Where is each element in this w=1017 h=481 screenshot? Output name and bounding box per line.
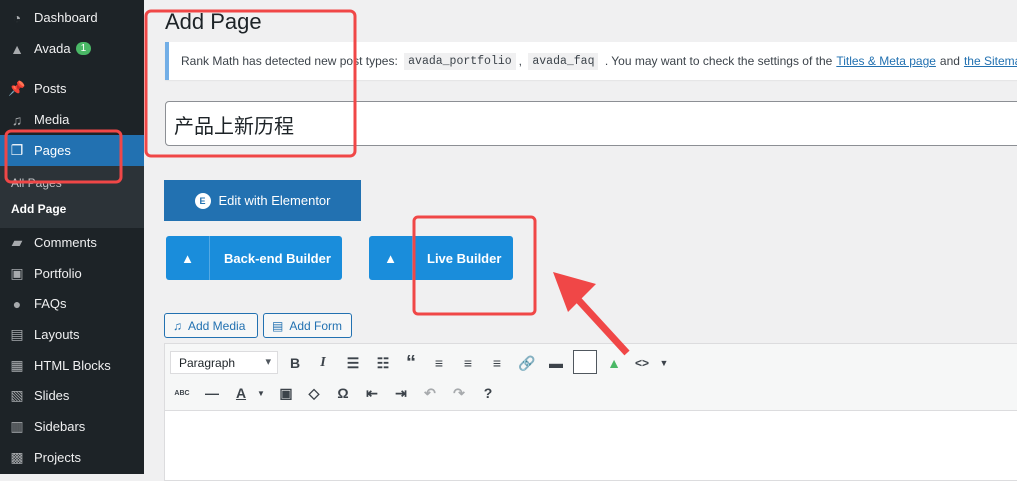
bullet-list-icon[interactable]: ☰ xyxy=(342,352,364,374)
toolbar-toggle-icon[interactable] xyxy=(573,350,597,374)
sidebar-item-posts[interactable]: 📌 Posts xyxy=(0,73,144,104)
titles-meta-link[interactable]: Titles & Meta page xyxy=(836,54,936,68)
admin-sidebar: ◔ Dashboard ▲ Avada 1 📌 Posts ♫ Media ❐ Pages … xyxy=(0,0,144,474)
form-icon: ▤ xyxy=(272,318,284,333)
avada-logo-icon: ▲ xyxy=(369,236,413,280)
submenu-add-page[interactable]: Add Page xyxy=(11,202,66,216)
blockquote-icon[interactable]: “ xyxy=(400,352,422,374)
redo-icon[interactable]: ↷ xyxy=(448,382,470,404)
sidebar-item-sidebars[interactable]: ▥ Sidebars xyxy=(0,411,144,442)
sidebar-item-dashboard[interactable]: ◔ Dashboard xyxy=(0,2,144,33)
indent-icon[interactable]: ⇥ xyxy=(390,382,412,404)
avada-shortcode-icon[interactable]: ▲ xyxy=(603,352,625,374)
clear-formatting-icon[interactable]: ◇ xyxy=(303,382,325,404)
live-builder-button[interactable]: ▲ Live Builder xyxy=(369,236,513,280)
sidebar-item-faqs[interactable]: ● FAQs xyxy=(0,288,144,319)
add-media-button[interactable]: ♫ Add Media xyxy=(164,313,258,338)
page-title: Add Page xyxy=(165,9,262,34)
sidebar-item-avada[interactable]: ▲ Avada 1 xyxy=(0,33,144,64)
submenu-all-pages[interactable]: All Pages xyxy=(11,176,62,190)
dashboard-icon: ◔ xyxy=(12,9,22,26)
avada-logo-icon: ▲ xyxy=(166,236,210,280)
align-center-icon[interactable]: ≡ xyxy=(457,352,479,374)
sidebars-icon: ▥ xyxy=(10,418,24,434)
layouts-icon: ▤ xyxy=(10,326,24,342)
read-more-icon[interactable]: ▬ xyxy=(545,352,567,374)
pages-submenu: All Pages Add Page xyxy=(0,166,144,228)
projects-icon: ▩ xyxy=(10,449,24,465)
media-icon: ♫ xyxy=(11,111,23,128)
media-icon: ♫ xyxy=(173,318,182,333)
code-icon[interactable]: <> xyxy=(631,352,653,374)
portfolio-icon: ▣ xyxy=(10,265,24,281)
add-form-button[interactable]: ▤ Add Form xyxy=(263,313,352,338)
undo-icon[interactable]: ↶ xyxy=(419,382,441,404)
chevron-down-icon[interactable]: ▼ xyxy=(250,382,272,404)
align-left-icon[interactable]: ≡ xyxy=(428,352,450,374)
sidebar-item-pages[interactable]: ❐ Pages xyxy=(0,135,144,166)
current-menu-pointer xyxy=(136,143,152,159)
format-select[interactable]: Paragraph xyxy=(170,351,278,374)
update-badge: 1 xyxy=(75,42,92,55)
editor-toolbar: Paragraph B I ☰ ☷ “ ≡ ≡ ≡ 🔗 ▬ ▲ <> ▼ ABC… xyxy=(164,343,1017,411)
sidebar-item-media[interactable]: ♫ Media xyxy=(0,104,144,135)
faq-icon: ● xyxy=(12,295,22,312)
sidebar-item-comments[interactable]: ▰ Comments xyxy=(0,227,144,258)
numbered-list-icon[interactable]: ☷ xyxy=(372,352,394,374)
link-icon[interactable]: 🔗 xyxy=(516,352,538,374)
sidebar-item-slides[interactable]: ▧ Slides xyxy=(0,380,144,411)
horizontal-line-icon[interactable]: — xyxy=(201,382,223,404)
editor-content-area[interactable] xyxy=(164,411,1017,481)
edit-with-elementor-button[interactable]: E Edit with Elementor xyxy=(164,180,361,221)
help-icon[interactable]: ? xyxy=(477,382,499,404)
title-input[interactable]: 产品上新历程 xyxy=(165,101,1017,146)
rank-math-notice: Rank Math has detected new post types: a… xyxy=(165,42,1017,80)
elementor-icon: E xyxy=(194,192,211,209)
sidebar-item-portfolio[interactable]: ▣ Portfolio xyxy=(0,258,144,289)
paste-text-icon[interactable]: ▣ xyxy=(275,382,297,404)
annotation-arrowhead xyxy=(553,272,596,312)
sidebar-item-html-blocks[interactable]: ▦ HTML Blocks xyxy=(0,350,144,381)
italic-icon[interactable]: I xyxy=(312,352,334,374)
comments-icon: ▰ xyxy=(11,234,23,250)
slides-icon: ▧ xyxy=(10,387,24,403)
avada-icon: ▲ xyxy=(10,40,24,57)
align-right-icon[interactable]: ≡ xyxy=(486,352,508,374)
sitemap-link[interactable]: the Sitemap xyxy=(964,54,1017,68)
sidebar-item-layouts[interactable]: ▤ Layouts xyxy=(0,319,144,350)
outdent-icon[interactable]: ⇤ xyxy=(361,382,383,404)
chevron-down-icon[interactable]: ▼ xyxy=(653,352,675,374)
text-color-icon[interactable]: A xyxy=(230,382,252,404)
backend-builder-button[interactable]: ▲ Back-end Builder xyxy=(166,236,342,280)
special-character-icon[interactable]: Ω xyxy=(332,382,354,404)
strikethrough-icon[interactable]: ABC xyxy=(171,382,193,404)
pin-icon: 📌 xyxy=(8,80,26,96)
bold-icon[interactable]: B xyxy=(284,352,306,374)
sidebar-item-projects[interactable]: ▩ Projects xyxy=(0,442,144,473)
pages-icon: ❐ xyxy=(10,142,24,158)
html-blocks-icon: ▦ xyxy=(10,357,24,373)
